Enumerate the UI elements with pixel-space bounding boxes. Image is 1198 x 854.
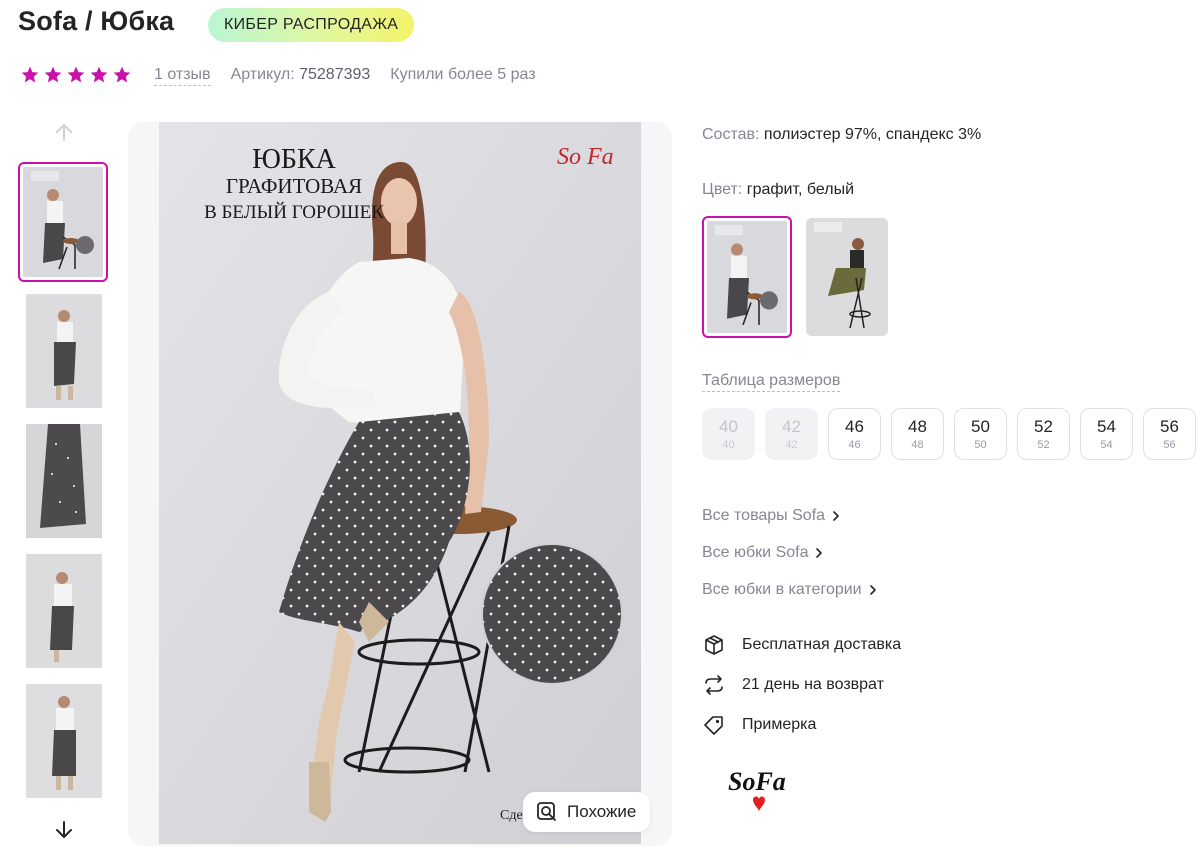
product-title: Sofa / Юбка — [18, 6, 175, 36]
returns-label: 21 день на возврат — [742, 676, 884, 693]
chevron-right-icon — [816, 548, 823, 558]
color-swatch-image — [707, 221, 787, 333]
size-table-link[interactable]: Таблица размеров — [702, 371, 841, 392]
fitting-label: Примерка — [742, 716, 817, 733]
thumbnail-4[interactable] — [26, 554, 102, 668]
all-skirts-category-link-label: Все юбки в категории — [702, 581, 862, 598]
article-value: 75287393 — [299, 66, 371, 83]
size-option: 40 40 — [702, 408, 755, 460]
promo-badge[interactable]: КИБЕР РАСПРОДАЖА — [208, 8, 415, 42]
product-meta-row: 1 отзыв Артикул: 75287393 Купили более 5… — [20, 62, 536, 88]
rating-stars — [20, 65, 132, 85]
all-brand-link-label: Все товары Sofa — [702, 507, 826, 524]
similar-button-label: Похожие — [567, 802, 637, 821]
color-value: графит, белый — [746, 181, 855, 198]
all-skirts-category-link[interactable]: Все юбки в категории — [702, 581, 878, 599]
tag-icon — [704, 716, 723, 735]
size-option: 42 42 — [765, 408, 818, 460]
size-ru-value: 46 — [848, 439, 861, 451]
thumbnail-2[interactable] — [26, 294, 102, 408]
article-number: Артикул: 75287393 — [231, 66, 371, 84]
bought-count: Купили более 5 раз — [390, 66, 536, 83]
composition-value: полиэстер 97%, спандекс 3% — [763, 126, 982, 143]
star-icon — [90, 66, 108, 83]
similar-search-icon — [537, 802, 556, 821]
size-value: 40 — [719, 417, 738, 436]
all-skirts-brand-link[interactable]: Все юбки Sofa — [702, 544, 824, 562]
size-value: 50 — [971, 417, 990, 436]
feature-returns: 21 день на возврат — [702, 673, 884, 697]
brand-logo-text: SoFa — [728, 767, 786, 796]
color-swatch-image — [806, 218, 888, 336]
image-title-line1: ЮБКА — [252, 144, 336, 175]
all-skirts-brand-link-label: Все юбки Sofa — [702, 544, 809, 561]
thumbnail-image — [26, 554, 102, 668]
return-arrows-icon — [705, 675, 723, 695]
delivery-label: Бесплатная доставка — [742, 636, 902, 653]
size-value: 46 — [845, 417, 864, 436]
size-value: 54 — [1097, 417, 1116, 436]
image-title-line2: ГРАФИТОВАЯ — [225, 174, 363, 198]
size-value: 56 — [1160, 417, 1179, 436]
size-ru-value: 56 — [1163, 439, 1176, 451]
thumbnail-1[interactable] — [18, 162, 108, 282]
size-ru-value: 40 — [722, 439, 735, 451]
size-ru-value: 42 — [785, 439, 798, 451]
color-option-graphite[interactable] — [702, 216, 792, 338]
star-icon — [21, 66, 39, 83]
size-option[interactable]: 50 50 — [954, 408, 1007, 460]
star-icon — [67, 66, 85, 83]
thumbnail-image — [26, 424, 102, 538]
arrow-down-icon[interactable] — [52, 818, 76, 842]
product-photo — [159, 122, 641, 844]
size-selector: 40 40 42 42 46 46 48 48 50 50 52 52 54 54 56 56 — [702, 408, 1196, 460]
size-value: 52 — [1034, 417, 1053, 436]
color-info: Цвет: графит, белый — [702, 181, 854, 199]
reviews-link[interactable]: 1 отзыв — [154, 65, 211, 86]
thumbnail-image — [23, 167, 103, 277]
size-ru-value: 52 — [1037, 439, 1050, 451]
size-option[interactable]: 54 54 — [1080, 408, 1133, 460]
feature-delivery: Бесплатная доставка — [702, 633, 901, 657]
similar-button[interactable]: Похожие — [523, 792, 651, 832]
arrow-up-icon[interactable] — [52, 120, 76, 144]
image-brand-logo: So Fa — [557, 144, 614, 170]
size-ru-value: 50 — [974, 439, 987, 451]
chevron-right-icon — [833, 511, 839, 521]
composition-label: Состав: — [702, 126, 760, 143]
star-icon — [113, 66, 131, 83]
size-value: 42 — [782, 417, 801, 436]
size-option[interactable]: 48 48 — [891, 408, 944, 460]
brand-logo[interactable]: SoFa — [726, 764, 798, 816]
all-brand-link[interactable]: Все товары Sofa — [702, 507, 841, 525]
size-value: 48 — [908, 417, 927, 436]
size-option[interactable]: 56 56 — [1143, 408, 1196, 460]
box-icon — [705, 635, 723, 655]
star-icon — [44, 66, 62, 83]
thumbnail-image — [26, 294, 102, 408]
image-title-line3: В БЕЛЫЙ ГОРОШЕК — [204, 202, 384, 223]
article-label: Артикул: — [230, 66, 295, 83]
composition: Состав: полиэстер 97%, спандекс 3% — [702, 126, 981, 144]
chevron-right-icon — [869, 585, 876, 595]
size-ru-value: 48 — [911, 439, 924, 451]
image-bottom-text: Сде — [500, 808, 523, 823]
thumbnail-3[interactable] — [26, 424, 102, 538]
size-ru-value: 54 — [1100, 439, 1113, 451]
feature-fitting: Примерка — [702, 713, 816, 737]
size-option[interactable]: 52 52 — [1017, 408, 1070, 460]
color-option-alt[interactable] — [806, 218, 888, 336]
brand-logo-image: SoFa — [728, 767, 786, 812]
size-option[interactable]: 46 46 — [828, 408, 881, 460]
thumbnail-5[interactable] — [26, 684, 102, 798]
color-label: Цвет: — [702, 181, 743, 198]
main-product-image[interactable]: ЮБКА ГРАФИТОВАЯ В БЕЛЫЙ ГОРОШЕК So Fa — [159, 122, 641, 844]
thumbnail-image — [26, 684, 102, 798]
